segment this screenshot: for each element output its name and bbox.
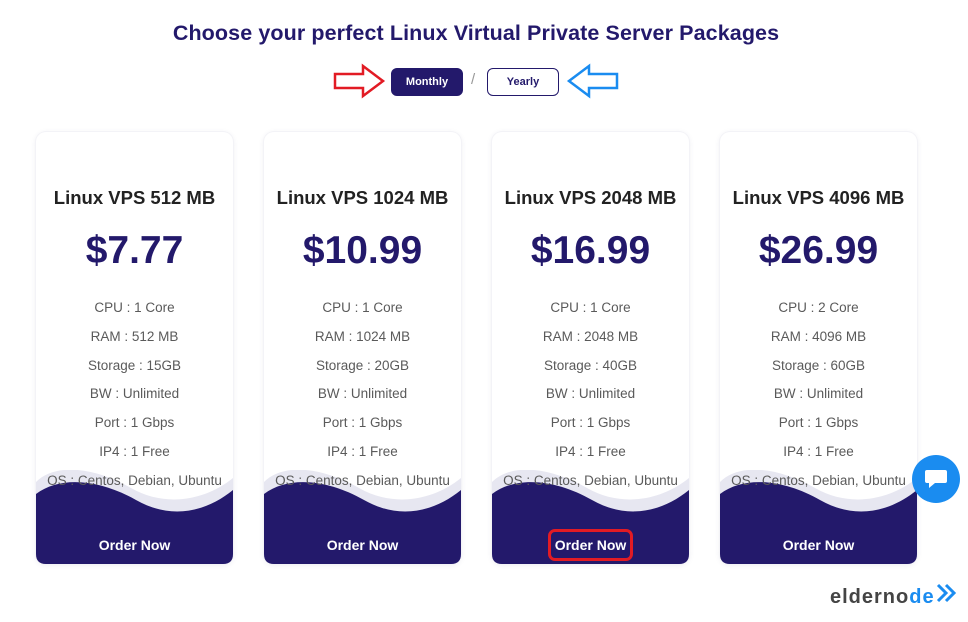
arrow-left-icon: [566, 63, 619, 99]
feature-bandwidth: BW : Unlimited: [545, 386, 636, 402]
order-now-button[interactable]: Order Now: [751, 528, 886, 562]
feature-port: Port : 1 Gbps: [778, 415, 859, 431]
feature-cpu: CPU : 1 Core: [322, 300, 403, 315]
plan-name: Linux VPS 2048 MB: [504, 187, 677, 208]
feature-ip4: IP4 : 1 Free: [327, 443, 398, 459]
feature-cpu: CPU : 1 Core: [94, 300, 175, 315]
feature-storage: Storage : 20GB: [315, 357, 410, 373]
feature-ram: RAM : 4096 MB: [770, 328, 867, 344]
plan-name: Linux VPS 1024 MB: [276, 187, 449, 208]
feature-ram: RAM : 2048 MB: [542, 328, 639, 344]
feature-port: Port : 1 Gbps: [94, 415, 175, 431]
feature-os: OS : Centos, Debian, Ubuntu: [503, 472, 678, 488]
order-now-button[interactable]: Order Now: [67, 528, 202, 562]
chat-bubble-icon: [925, 470, 947, 488]
logo-text-main: elderno: [830, 586, 910, 608]
order-now-button[interactable]: Order Now: [295, 528, 430, 562]
order-now-button-highlighted[interactable]: Order Now: [548, 529, 633, 561]
feature-bandwidth: BW : Unlimited: [317, 386, 408, 402]
feature-ip4: IP4 : 1 Free: [783, 443, 854, 459]
plan-card-4096: Linux VPS 4096 MB $26.99 CPU : 2 Core RA…: [720, 132, 917, 564]
feature-storage: Storage : 40GB: [543, 357, 638, 373]
plan-price: $10.99: [302, 229, 423, 272]
feature-port: Port : 1 Gbps: [322, 415, 403, 431]
feature-storage: Storage : 60GB: [771, 357, 866, 373]
feature-os: OS : Centos, Debian, Ubuntu: [731, 472, 906, 488]
feature-list: CPU : 1 Core RAM : 1024 MB Storage : 20G…: [264, 298, 461, 500]
page-title: Choose your perfect Linux Virtual Privat…: [172, 21, 780, 45]
yearly-toggle-button[interactable]: Yearly: [487, 68, 559, 96]
plan-price: $26.99: [758, 229, 879, 272]
monthly-toggle-button[interactable]: Monthly: [391, 68, 463, 96]
feature-list: CPU : 1 Core RAM : 512 MB Storage : 15GB…: [36, 298, 233, 500]
plan-price: $7.77: [85, 229, 184, 272]
plan-card-2048: Linux VPS 2048 MB $16.99 CPU : 1 Core RA…: [492, 132, 689, 564]
eldernode-logo: eldernode: [830, 583, 958, 609]
feature-port: Port : 1 Gbps: [550, 415, 631, 431]
feature-cpu: CPU : 2 Core: [778, 300, 859, 315]
chat-button[interactable]: [912, 455, 960, 503]
plan-name: Linux VPS 512 MB: [53, 187, 216, 208]
plan-price: $16.99: [530, 229, 651, 272]
feature-storage: Storage : 15GB: [87, 357, 182, 373]
plan-card-1024: Linux VPS 1024 MB $10.99 CPU : 1 Core RA…: [264, 132, 461, 564]
feature-ip4: IP4 : 1 Free: [555, 443, 626, 459]
feature-bandwidth: BW : Unlimited: [89, 386, 180, 402]
arrow-right-icon: [333, 63, 386, 99]
feature-ram: RAM : 1024 MB: [314, 328, 411, 344]
feature-list: CPU : 1 Core RAM : 2048 MB Storage : 40G…: [492, 298, 689, 500]
plan-name: Linux VPS 4096 MB: [732, 187, 905, 208]
feature-ram: RAM : 512 MB: [90, 328, 179, 344]
feature-ip4: IP4 : 1 Free: [99, 443, 170, 459]
feature-os: OS : Centos, Debian, Ubuntu: [275, 472, 450, 488]
toggle-separator: /: [471, 71, 476, 88]
feature-cpu: CPU : 1 Core: [550, 300, 631, 315]
feature-os: OS : Centos, Debian, Ubuntu: [47, 472, 222, 488]
logo-text-accent: de: [909, 586, 935, 608]
feature-bandwidth: BW : Unlimited: [773, 386, 864, 402]
feature-list: CPU : 2 Core RAM : 4096 MB Storage : 60G…: [720, 298, 917, 500]
plan-card-512: Linux VPS 512 MB $7.77 CPU : 1 Core RAM …: [36, 132, 233, 564]
double-chevron-icon: [936, 583, 956, 602]
